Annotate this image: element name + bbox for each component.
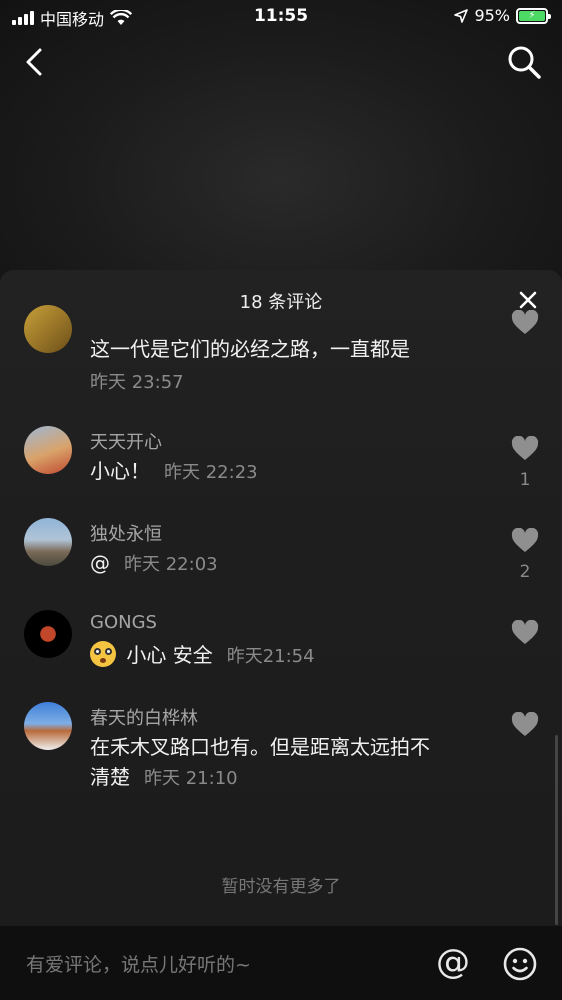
status-bar: 中国移动 11:55 95% ⚡ [0,0,562,32]
comment-text: 清楚 [90,765,130,789]
heart-icon [511,711,539,736]
battery-icon: ⚡ [516,7,551,24]
close-button[interactable] [516,288,540,312]
like-count: 1 [519,470,531,490]
comment-username[interactable]: 春天的白桦林 [90,704,198,730]
comment-text: 小心！ [90,459,150,483]
video-background [0,0,562,300]
comment-text: 在禾木叉路口也有。但是距离太远拍不 [90,735,430,759]
no-more-label: 暂时没有更多了 [221,877,341,897]
scrollbar[interactable] [555,735,558,925]
like-button[interactable] [510,309,540,340]
comment-time: 昨天 22:23 [164,462,258,483]
comment-sheet: 18 条评论 这一代是它们的必经之路，一直都是 昨天 23:57 天天开心 小心… [0,270,562,926]
emoji-button[interactable] [502,946,538,982]
like-button[interactable]: 1 [510,435,540,490]
location-arrow-icon [454,8,469,23]
heart-icon [511,309,539,334]
comment-input-bar: 有爱评论，说点儿好听的~ @ [0,926,562,1000]
avatar[interactable] [24,305,72,353]
comment-time: 昨天 21:10 [144,768,238,789]
mention-button[interactable]: @ [436,944,470,980]
comment-username[interactable]: 独处永恒 [90,520,162,546]
comment-input[interactable]: 有爱评论，说点儿好听的~ [26,950,251,977]
comment-text-row: 小心 安全 昨天21:54 [90,640,490,672]
comment-username[interactable]: GONGS [90,612,157,633]
avatar[interactable] [24,426,72,474]
like-button[interactable] [510,711,540,742]
heart-icon [511,619,539,644]
comment-time: 昨天 23:57 [90,372,184,393]
emoji-flushed-icon [90,641,116,667]
battery-percent: 95% [474,6,510,25]
avatar[interactable] [24,610,72,658]
avatar[interactable] [24,518,72,566]
like-count: 2 [519,562,531,582]
heart-icon [511,435,539,460]
search-button[interactable] [506,44,542,80]
comment-text-row: 清楚 昨天 21:10 [90,762,490,794]
avatar[interactable] [24,702,72,750]
comment-text-row: @ 昨天 22:03 [90,548,490,580]
comment-text: 这一代是它们的必经之路，一直都是 [90,337,410,361]
comment-username[interactable]: 天天开心 [90,428,162,454]
like-button[interactable]: 2 [510,527,540,582]
comment-count-title: 18 条评论 [239,292,323,313]
like-button[interactable] [510,619,540,650]
heart-icon [511,527,539,552]
comment-text: @ [90,551,110,575]
comment-text-row: 小心！ 昨天 22:23 [90,456,490,488]
comment-time: 昨天 22:03 [124,554,218,575]
status-right: 95% ⚡ [454,6,551,25]
comment-time: 昨天21:54 [226,646,315,667]
back-button[interactable] [18,44,54,80]
comment-text: 小心 安全 [126,643,213,667]
